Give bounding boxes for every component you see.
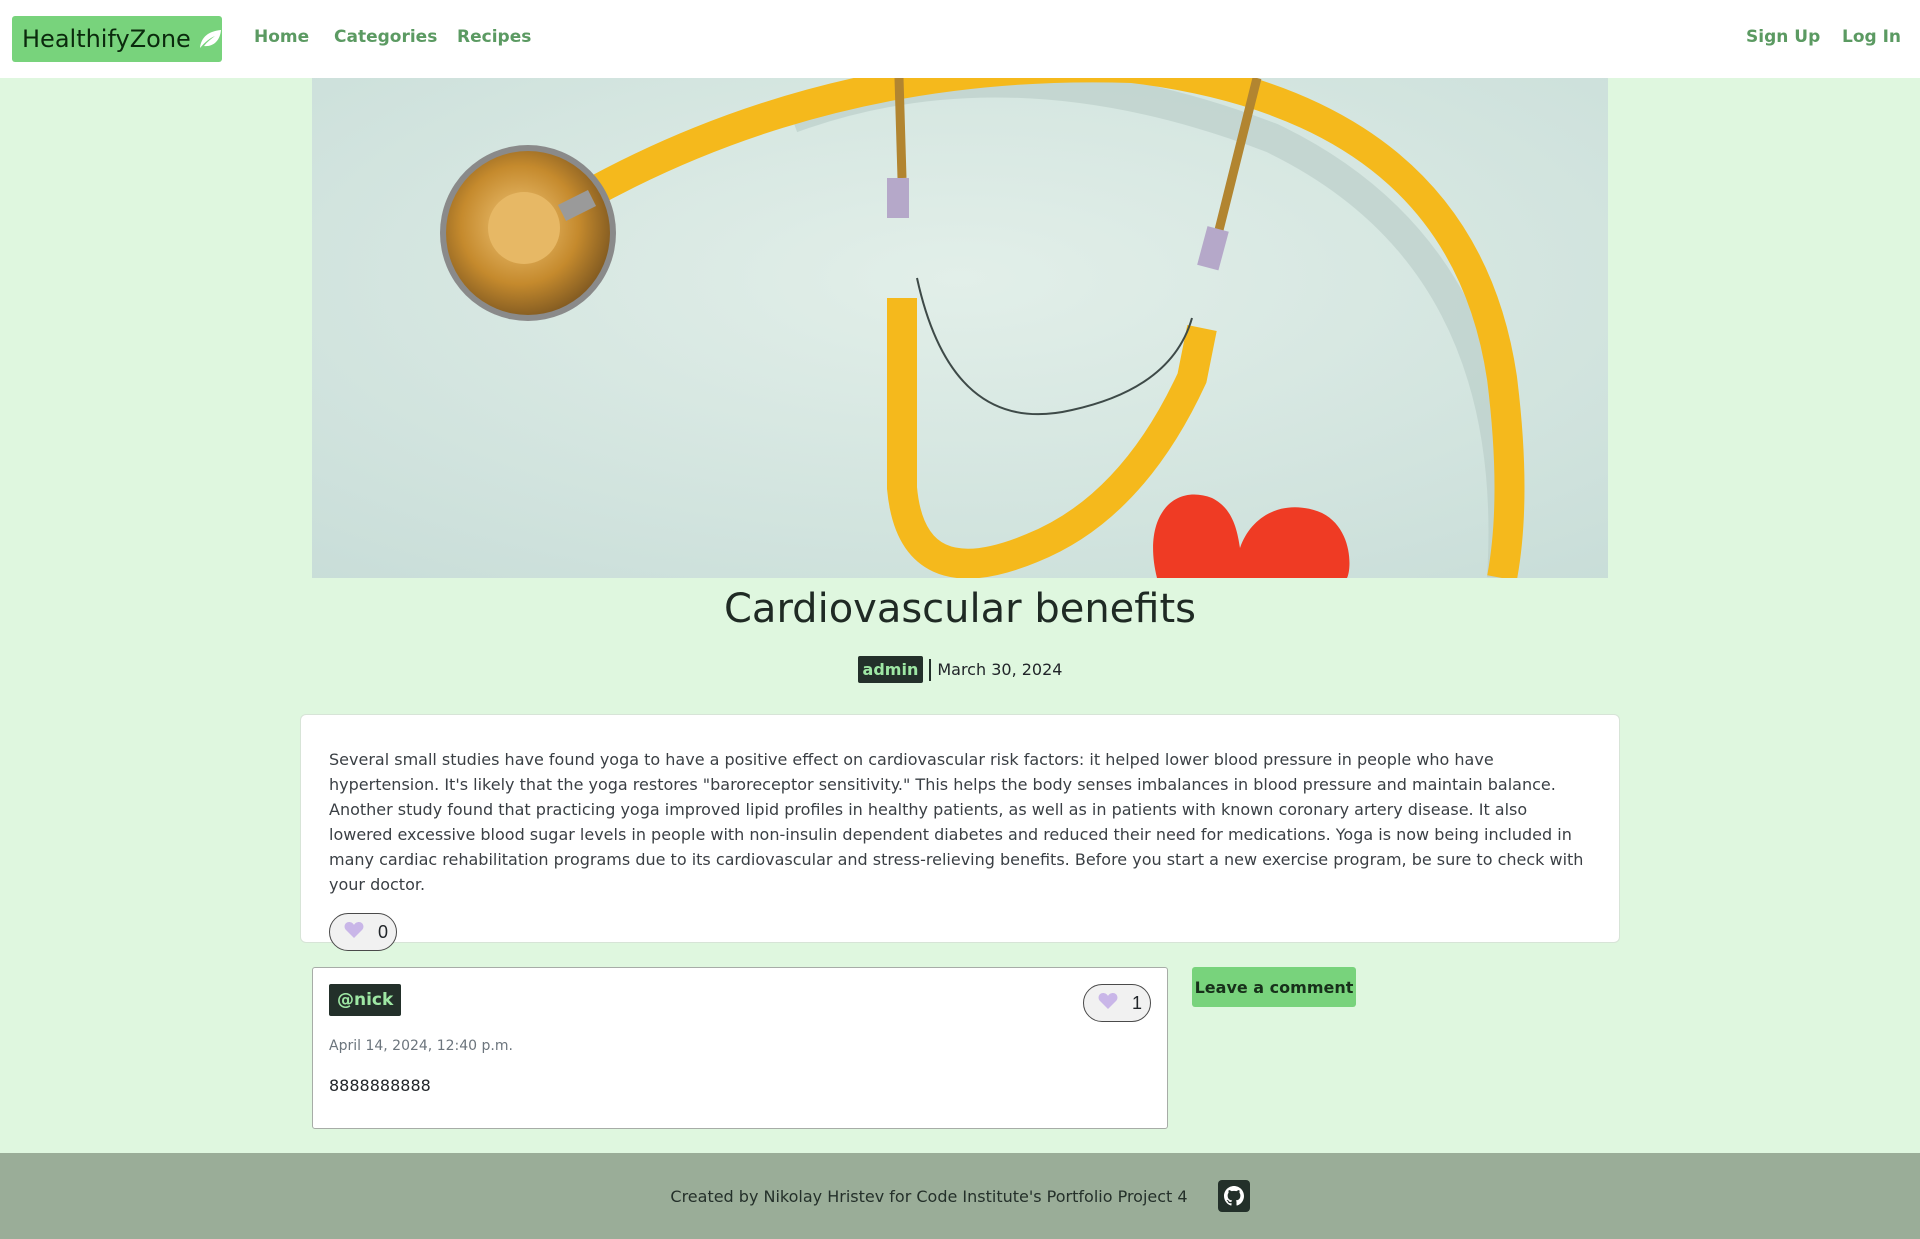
nav-recipes-link[interactable]: Recipes [457,27,531,47]
heart-icon [1098,992,1118,1015]
brand-logo-link[interactable]: HealthifyZone [12,16,222,62]
comment-like-button[interactable]: 1 [1082,984,1151,1022]
heart-icon [344,921,364,944]
post-title: Cardiovascular benefits [724,586,1196,632]
meta-divider [929,658,932,681]
sign-up-link[interactable]: Sign Up [1746,27,1820,47]
log-in-link[interactable]: Log In [1842,27,1901,47]
footer-credit: Created by Nikolay Hristev for Code Inst… [670,1186,1188,1206]
comment-body: 8888888888 [329,1076,431,1095]
post-like-count: 0 [378,921,389,942]
comment-like-count: 1 [1131,992,1142,1013]
footer: Created by Nikolay Hristev for Code Inst… [0,1153,1920,1239]
post-content: Several small studies have found yoga to… [329,750,1584,894]
nav-categories-link[interactable]: Categories [334,27,437,47]
leaf-icon [197,28,223,50]
post-hero-image [312,78,1608,578]
post-like-button[interactable]: 0 [329,913,398,951]
comment-card: @nick April 14, 2024, 12:40 p.m. 8888888… [312,967,1168,1129]
brand-name: HealthifyZone [22,25,191,53]
comment-author: @nick [329,984,402,1016]
github-icon[interactable] [1217,1180,1250,1212]
leave-comment-button[interactable]: Leave a comment [1192,967,1356,1007]
post-content-card: Several small studies have found yoga to… [300,714,1620,951]
comment-date: April 14, 2024, 12:40 p.m. [329,1038,513,1054]
post-meta: admin March 30, 2024 [0,656,1920,683]
post-date: March 30, 2024 [937,660,1063,679]
post-author-badge: admin [857,656,924,683]
nav-home-link[interactable]: Home [254,27,309,47]
navbar: HealthifyZone Home Categories Recipes Si… [0,0,1920,78]
